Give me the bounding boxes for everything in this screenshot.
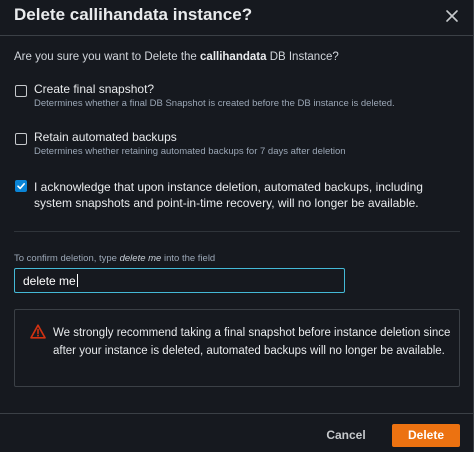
create-final-snapshot-description: Determines whether a final DB Snapshot i… (34, 98, 395, 109)
modal-title: Delete callihandata instance? (14, 5, 253, 24)
confirm-label-prefix: To confirm deletion, type (14, 253, 120, 264)
create-final-snapshot-checkbox[interactable] (15, 85, 27, 97)
confirm-input-value: delete me (23, 274, 76, 288)
text-caret (76, 274, 78, 287)
section-divider (14, 231, 460, 232)
modal-footer: Cancel Delete (0, 413, 474, 452)
confirm-phrase: delete me (119, 253, 162, 264)
acknowledge-checkbox[interactable] (15, 180, 27, 192)
warning-icon (30, 324, 46, 344)
question-suffix: DB Instance? (266, 51, 339, 63)
checkmark-icon (17, 183, 25, 190)
confirm-deletion-label: To confirm deletion, type delete me into… (14, 253, 215, 264)
create-final-snapshot-label: Create final snapshot? (34, 82, 155, 96)
retain-automated-backups-checkbox[interactable] (15, 133, 27, 145)
modal-header: Delete callihandata instance? (0, 0, 474, 36)
warning-alert-text: We strongly recommend taking a final sna… (53, 327, 451, 357)
confirm-label-suffix: into the field (161, 253, 216, 264)
warning-alert: We strongly recommend taking a final sna… (14, 309, 460, 387)
confirm-deletion-input[interactable]: delete me (14, 268, 345, 293)
question-prefix: Are you sure you want to Delete the (14, 51, 201, 63)
close-icon[interactable] (443, 7, 461, 25)
cancel-button[interactable]: Cancel (316, 424, 376, 446)
instance-name: callihandata (200, 51, 267, 63)
delete-button[interactable]: Delete (392, 424, 460, 447)
retain-automated-backups-label: Retain automated backups (34, 130, 177, 144)
retain-automated-backups-description: Determines whether retaining automated b… (34, 146, 346, 157)
delete-instance-modal: Delete callihandata instance? Are you su… (0, 0, 474, 452)
confirmation-question: Are you sure you want to Delete the call… (14, 51, 339, 63)
acknowledge-text: I acknowledge that upon instance deletio… (34, 180, 423, 210)
